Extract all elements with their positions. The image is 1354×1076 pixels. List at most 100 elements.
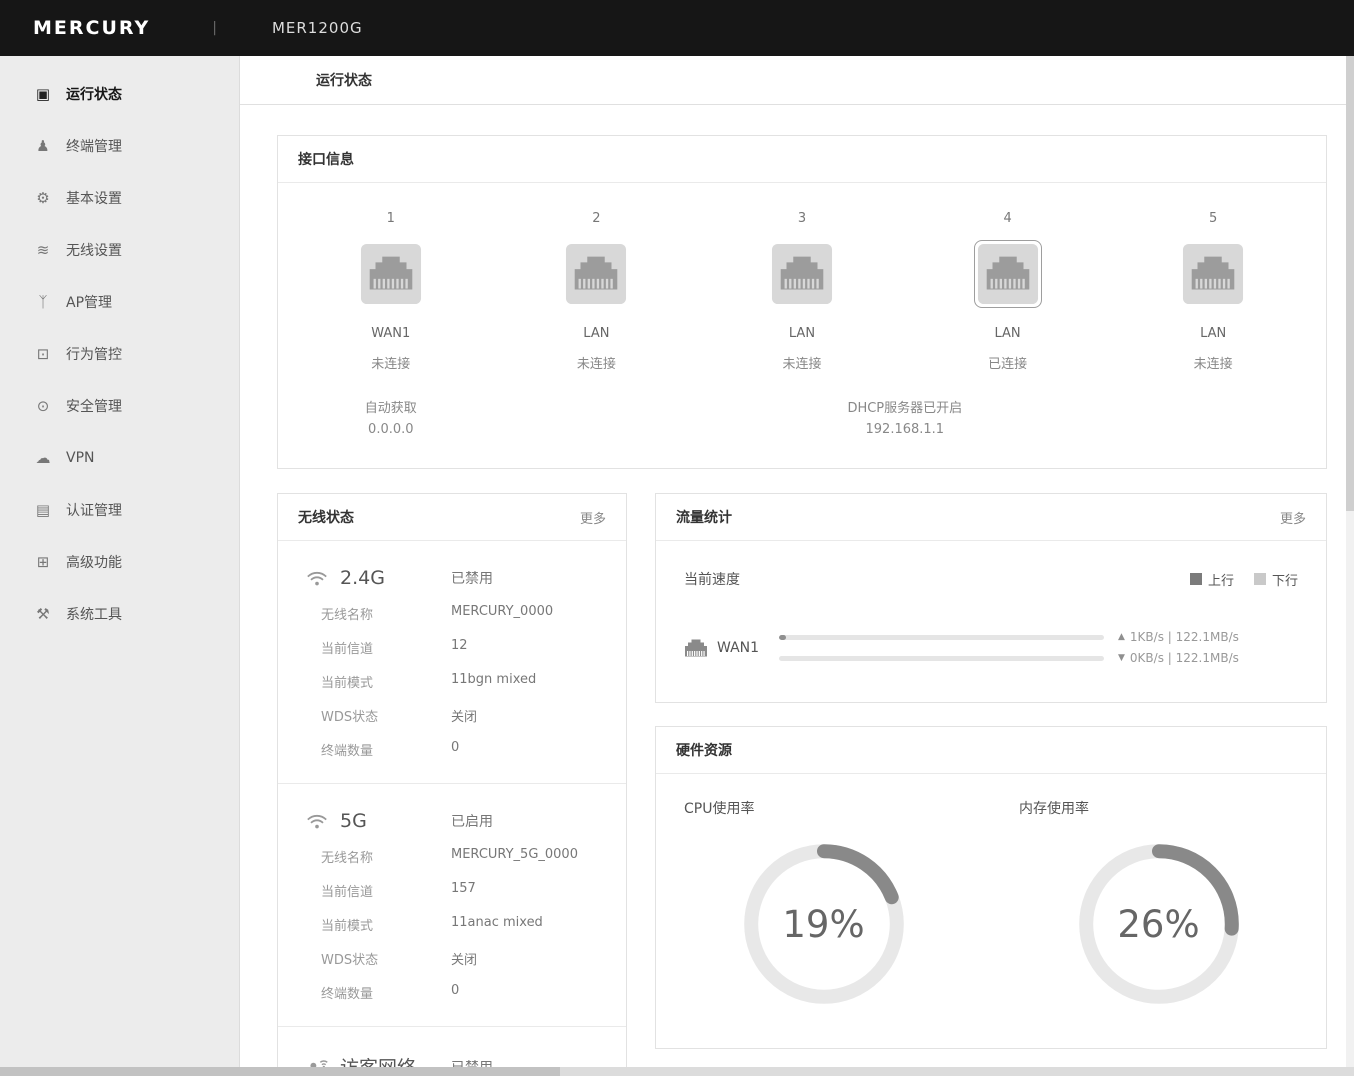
certificate-icon: ▤ — [33, 501, 53, 519]
port-number: 1 — [288, 211, 494, 226]
download-bar: ▼ 0KB/s | 122.1MB/s — [779, 651, 1298, 665]
sidebar-item-wireless-settings[interactable]: ≋ 无线设置 — [0, 224, 239, 276]
sidebar-item-behavior-control[interactable]: ⊡ 行为管控 — [0, 328, 239, 380]
sidebar-item-vpn[interactable]: ☁ VPN — [0, 432, 239, 484]
wan-ip-mode: 自动获取 — [288, 398, 494, 419]
wireless-row: 终端数量0 — [321, 740, 626, 759]
sidebar-item-label: 终端管理 — [66, 136, 122, 156]
band-name: 5G — [340, 810, 451, 832]
sidebar-item-label: VPN — [66, 450, 95, 466]
vertical-scrollbar-thumb[interactable] — [1346, 56, 1354, 511]
port-number: 5 — [1110, 211, 1316, 226]
behavior-icon: ⊡ — [33, 345, 53, 363]
wifi-icon: ≋ — [33, 241, 53, 259]
lan-dhcp-info: DHCP服务器已开启 192.168.1.1 — [494, 398, 1316, 440]
horizontal-scrollbar-thumb[interactable] — [0, 1067, 560, 1076]
sidebar-item-running-status[interactable]: ▣ 运行状态 — [0, 68, 239, 120]
topbar: MERCURY | MER1200G — [0, 0, 1354, 56]
port-5: 5 LAN 未连接 — [1110, 211, 1316, 372]
down-arrow-icon: ▼ — [1118, 653, 1125, 663]
port-tile — [768, 240, 836, 308]
gear-icon: ⚙ — [33, 189, 53, 207]
port-4: 4 LAN 已连接 — [905, 211, 1111, 372]
port-type: LAN — [905, 326, 1111, 341]
wireless-row: 当前信道157 — [321, 881, 626, 900]
interface-info-card: 接口信息 1 WAN1 — [277, 135, 1327, 469]
sidebar-item-auth-management[interactable]: ▤ 认证管理 — [0, 484, 239, 536]
rj45-port-icon — [565, 243, 627, 305]
wireless-more-link[interactable]: 更多 — [580, 508, 606, 527]
wireless-row: 无线名称MERCURY_5G_0000 — [321, 847, 626, 866]
wireless-row: 当前信道12 — [321, 638, 626, 657]
tabbar: 运行状态 — [240, 56, 1354, 105]
port-type: WAN1 — [288, 326, 494, 341]
rj45-port-icon — [977, 243, 1039, 305]
port-row: 1 WAN1 未连接 — [278, 183, 1326, 372]
cpu-usage-value: 19% — [740, 840, 908, 1008]
cpu-usage-label: CPU使用率 — [656, 798, 991, 818]
legend-download: 下行 — [1254, 570, 1298, 589]
card-title: 接口信息 — [298, 149, 354, 169]
tab-running-status[interactable]: 运行状态 — [316, 70, 372, 90]
port-number: 3 — [699, 211, 905, 226]
sidebar-item-advanced-features[interactable]: ⊞ 高级功能 — [0, 536, 239, 588]
port-3: 3 LAN 未连接 — [699, 211, 905, 372]
upload-speed-value: 1KB/s | 122.1MB/s — [1130, 630, 1239, 644]
cpu-usage-gauge: 19% — [740, 840, 908, 1008]
download-speed-value: 0KB/s | 122.1MB/s — [1130, 651, 1239, 665]
sidebar-item-basic-settings[interactable]: ⚙ 基本设置 — [0, 172, 239, 224]
current-speed-label: 当前速度 — [684, 569, 740, 589]
port-number: 2 — [494, 211, 700, 226]
sidebar-item-label: 运行状态 — [66, 84, 122, 104]
port-type: LAN — [699, 326, 905, 341]
wan-label: WAN1 — [717, 640, 759, 656]
sidebar-item-label: 高级功能 — [66, 552, 122, 572]
card-title: 无线状态 — [298, 507, 354, 527]
legend-upload: 上行 — [1190, 570, 1234, 589]
sidebar-item-label: 行为管控 — [66, 344, 122, 364]
antenna-icon: ᛉ — [33, 293, 53, 311]
sidebar-item-label: AP管理 — [66, 292, 112, 312]
clients-icon: ♟ — [33, 137, 53, 155]
monitor-icon: ▣ — [33, 85, 53, 103]
router-admin-page: MERCURY | MER1200G ▣ 运行状态 ♟ 终端管理 ⚙ 基本设置 … — [0, 0, 1354, 1076]
port-status: 已连接 — [905, 353, 1111, 372]
band-status: 已启用 — [451, 811, 493, 831]
wireless-row: 终端数量0 — [321, 983, 626, 1002]
wifi-signal-icon — [306, 813, 330, 830]
sidebar-item-label: 基本设置 — [66, 188, 122, 208]
port-tile — [1179, 240, 1247, 308]
horizontal-scrollbar[interactable] — [0, 1067, 1354, 1076]
sidebar-item-ap-management[interactable]: ᛉ AP管理 — [0, 276, 239, 328]
wireless-status-card: 无线状态 更多 2.4G 已禁用 无线名称MERCURY_0 — [277, 493, 627, 1076]
port-1: 1 WAN1 未连接 — [288, 211, 494, 372]
band-status: 已禁用 — [451, 568, 493, 588]
vertical-scrollbar[interactable] — [1346, 56, 1354, 1067]
card-title: 流量统计 — [676, 507, 732, 527]
lan-ip-address: 192.168.1.1 — [494, 419, 1316, 440]
dhcp-status: DHCP服务器已开启 — [494, 398, 1316, 419]
port-type: LAN — [1110, 326, 1316, 341]
port-status: 未连接 — [288, 353, 494, 372]
wireless-section-2g: 2.4G 已禁用 无线名称MERCURY_0000 当前信道12 当前模式11b… — [278, 541, 626, 784]
traffic-more-link[interactable]: 更多 — [1280, 508, 1306, 527]
traffic-legend: 上行 下行 — [1190, 570, 1298, 589]
wireless-section-5g: 5G 已启用 无线名称MERCURY_5G_0000 当前信道157 当前模式1… — [278, 784, 626, 1027]
memory-usage-value: 26% — [1075, 840, 1243, 1008]
security-icon: ⊙ — [33, 397, 53, 415]
wifi-signal-icon — [306, 570, 330, 587]
mercury-logo: MERCURY — [33, 17, 150, 39]
advanced-icon: ⊞ — [33, 553, 53, 571]
port-tile — [562, 240, 630, 308]
sidebar-item-security-management[interactable]: ⊙ 安全管理 — [0, 380, 239, 432]
port-status: 未连接 — [699, 353, 905, 372]
wireless-row: 当前模式11anac mixed — [321, 915, 626, 934]
port-type: LAN — [494, 326, 700, 341]
card-title: 硬件资源 — [676, 740, 732, 760]
rj45-port-icon — [1182, 243, 1244, 305]
traffic-stats-card: 流量统计 更多 当前速度 上行 — [655, 493, 1327, 703]
sidebar-item-client-management[interactable]: ♟ 终端管理 — [0, 120, 239, 172]
sidebar-item-system-tools[interactable]: ⚒ 系统工具 — [0, 588, 239, 640]
model-name: MER1200G — [272, 19, 363, 37]
port-2: 2 LAN 未连接 — [494, 211, 700, 372]
